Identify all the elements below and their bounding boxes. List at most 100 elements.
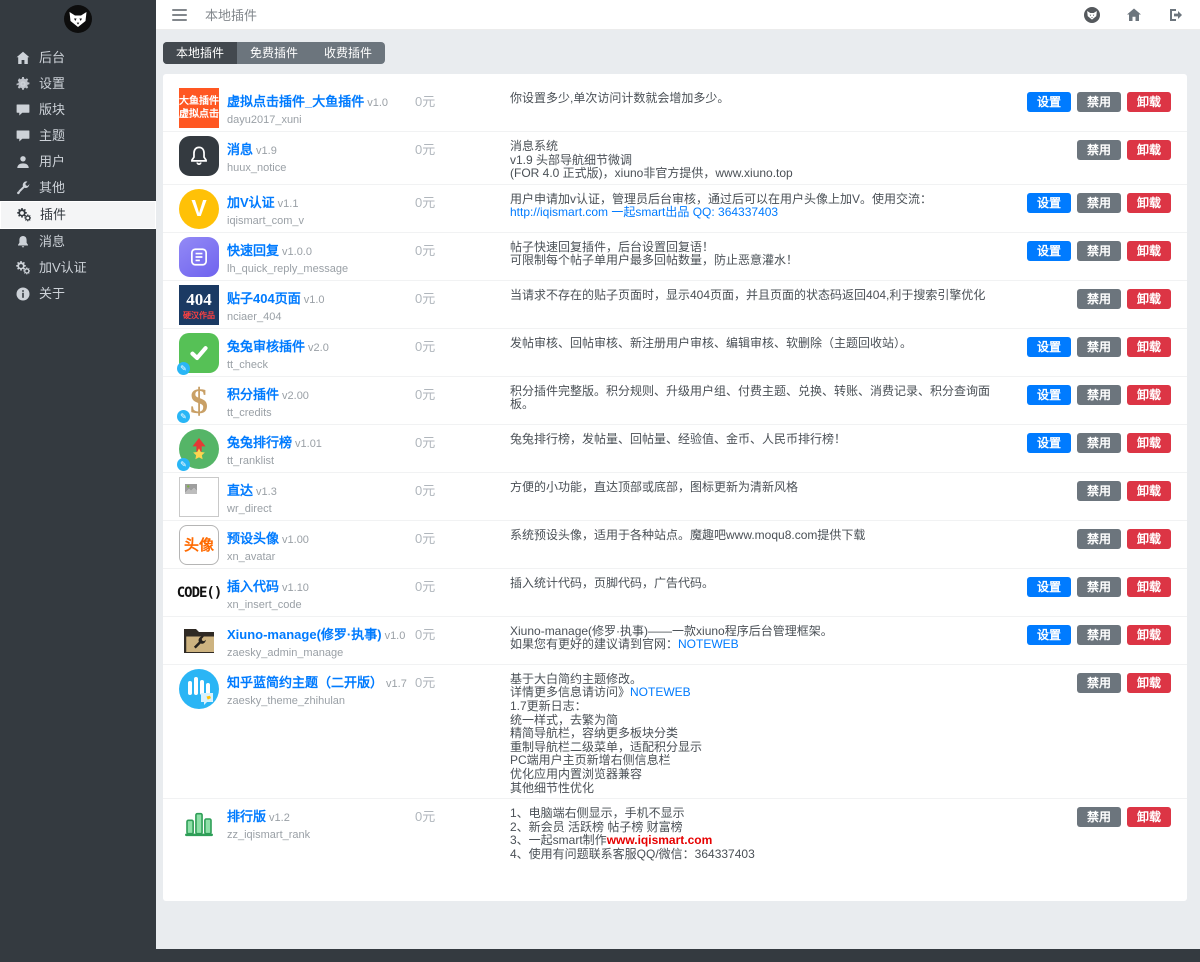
bell-icon xyxy=(15,235,30,250)
home-icon[interactable] xyxy=(1126,7,1142,23)
plugin-name-link[interactable]: 贴子404页面v1.0 xyxy=(227,291,325,306)
plugin-actions: 禁用卸载 xyxy=(1077,669,1171,693)
disable-button[interactable]: 禁用 xyxy=(1077,241,1121,261)
uninstall-button[interactable]: 卸载 xyxy=(1127,385,1171,405)
plugin-name-link[interactable]: 虚拟点击插件_大鱼插件v1.0 xyxy=(227,94,388,109)
disable-button[interactable]: 禁用 xyxy=(1077,577,1121,597)
uninstall-button[interactable]: 卸载 xyxy=(1127,337,1171,357)
logout-icon[interactable] xyxy=(1168,7,1184,23)
sidebar-item-6[interactable]: 插件 xyxy=(0,201,156,229)
disable-button[interactable]: 禁用 xyxy=(1077,807,1121,827)
disable-button[interactable]: 禁用 xyxy=(1077,92,1121,112)
plugin-version: v1.0 xyxy=(385,630,406,642)
description-text: 1、电脑端右侧显示，手机不显示 xyxy=(510,806,685,820)
sidebar-item-label: 设置 xyxy=(39,76,65,92)
app-logo[interactable] xyxy=(0,0,156,39)
xiuno-site-icon[interactable] xyxy=(1084,7,1100,23)
plugin-actions: 设置禁用卸载 xyxy=(1027,573,1171,597)
plugin-version: v1.7 xyxy=(386,678,407,690)
plugin-name-link[interactable]: Xiuno-manage(修罗·执事)v1.0 xyxy=(227,627,405,642)
disable-button[interactable]: 禁用 xyxy=(1077,625,1121,645)
sidebar-item-8[interactable]: 加V认证 xyxy=(0,255,156,281)
uninstall-button[interactable]: 卸载 xyxy=(1127,577,1171,597)
uninstall-button[interactable]: 卸载 xyxy=(1127,193,1171,213)
plugin-name-link[interactable]: 插入代码v1.10 xyxy=(227,579,309,594)
page-title: 本地插件 xyxy=(205,5,257,24)
uninstall-button[interactable]: 卸载 xyxy=(1127,673,1171,693)
disable-button[interactable]: 禁用 xyxy=(1077,673,1121,693)
disable-button[interactable]: 禁用 xyxy=(1077,433,1121,453)
disable-button[interactable]: 禁用 xyxy=(1077,193,1121,213)
plugin-version: v1.2 xyxy=(269,812,290,824)
tab-2[interactable]: 收费插件 xyxy=(311,42,385,64)
settings-button[interactable]: 设置 xyxy=(1027,337,1071,357)
disable-button[interactable]: 禁用 xyxy=(1077,385,1121,405)
plugin-name-link[interactable]: 加V认证v1.1 xyxy=(227,195,298,210)
tab-1[interactable]: 免费插件 xyxy=(237,42,311,64)
plugin-name-link[interactable]: 排行版v1.2 xyxy=(227,809,290,824)
plugin-name-link[interactable]: 消息v1.9 xyxy=(227,142,277,157)
hamburger-menu-icon[interactable] xyxy=(172,9,187,21)
plugin-name-link[interactable]: 直达v1.3 xyxy=(227,483,277,498)
plugin-price: 0元 xyxy=(415,136,510,158)
description-text: 基于大白简约主题修改。 xyxy=(510,672,642,686)
settings-button[interactable]: 设置 xyxy=(1027,385,1071,405)
settings-button[interactable]: 设置 xyxy=(1027,92,1071,112)
plugin-id: zaesky_theme_zhihulan xyxy=(227,695,415,707)
description-text: (FOR 4.0 正式版)，xiuno非官方提供，www.xiuno.top xyxy=(510,166,793,180)
description-text: 精简导航栏，容纳更多板块分类 xyxy=(510,726,678,740)
uninstall-button[interactable]: 卸载 xyxy=(1127,807,1171,827)
plugin-row-tt_check: ✎兔兔审核插件v2.0tt_check0元发帖审核、回帖审核、新注册用户审核、编… xyxy=(163,329,1187,377)
plugin-name-link[interactable]: 快速回复v1.0.0 xyxy=(227,243,312,258)
plugin-name-link[interactable]: 兔兔排行榜v1.01 xyxy=(227,435,322,450)
plugin-name-link[interactable]: 预设头像v1.00 xyxy=(227,531,309,546)
disable-button[interactable]: 禁用 xyxy=(1077,481,1121,501)
description-link[interactable]: NOTEWEB xyxy=(678,637,739,651)
description-text: Xiuno-manage(修罗·执事)——一款xiuno程序后台管理框架。 xyxy=(510,624,833,638)
uninstall-button[interactable]: 卸载 xyxy=(1127,289,1171,309)
plugin-price: 0元 xyxy=(415,477,510,499)
sidebar-item-4[interactable]: 用户 xyxy=(0,149,156,175)
plugin-version: v1.9 xyxy=(256,145,277,157)
sidebar-item-0[interactable]: 后台 xyxy=(0,45,156,71)
description-text: 积分插件完整版。积分规则、升级用户组、付费主题、兑换、转账、消费记录、积分查询面… xyxy=(510,384,990,412)
disable-button[interactable]: 禁用 xyxy=(1077,529,1121,549)
description-text: 系统预设头像，适用于各种站点。魔趣吧www.moqu8.com提供下载 xyxy=(510,528,865,542)
settings-button[interactable]: 设置 xyxy=(1027,577,1071,597)
disable-button[interactable]: 禁用 xyxy=(1077,337,1121,357)
sidebar-item-5[interactable]: 其他 xyxy=(0,175,156,201)
description-link[interactable]: http://iqismart.com 一起smart出品 QQ: 364337… xyxy=(510,205,778,219)
settings-button[interactable]: 设置 xyxy=(1027,193,1071,213)
uninstall-button[interactable]: 卸载 xyxy=(1127,433,1171,453)
settings-button[interactable]: 设置 xyxy=(1027,433,1071,453)
uninstall-button[interactable]: 卸载 xyxy=(1127,140,1171,160)
plugin-row-xn_avatar: 头像预设头像v1.00xn_avatar0元系统预设头像，适用于各种站点。魔趣吧… xyxy=(163,521,1187,569)
disable-button[interactable]: 禁用 xyxy=(1077,289,1121,309)
uninstall-button[interactable]: 卸载 xyxy=(1127,92,1171,112)
tab-0[interactable]: 本地插件 xyxy=(163,42,237,64)
disable-button[interactable]: 禁用 xyxy=(1077,140,1121,160)
plugin-name-link[interactable]: 知乎蓝简约主题（二开版）v1.7 xyxy=(227,675,407,690)
plugin-description: 插入统计代码，页脚代码，广告代码。 xyxy=(510,573,1027,591)
settings-button[interactable]: 设置 xyxy=(1027,241,1071,261)
sidebar-item-3[interactable]: 主题 xyxy=(0,123,156,149)
uninstall-button[interactable]: 卸载 xyxy=(1127,529,1171,549)
plugin-name-link[interactable]: 兔兔审核插件v2.0 xyxy=(227,339,329,354)
plugin-icon-dayu2017_xuni: 大鱼插件虚拟点击 xyxy=(179,88,219,128)
settings-button[interactable]: 设置 xyxy=(1027,625,1071,645)
sidebar-item-9[interactable]: 关于 xyxy=(0,281,156,307)
description-link[interactable]: NOTEWEB xyxy=(630,685,691,699)
uninstall-button[interactable]: 卸载 xyxy=(1127,481,1171,501)
plugin-description: 1、电脑端右侧显示，手机不显示2、新会员 活跃榜 帖子榜 财富榜3、一起smar… xyxy=(510,803,1077,861)
sidebar-item-2[interactable]: 版块 xyxy=(0,97,156,123)
plugin-row-xn_insert_code: CODE()插入代码v1.10xn_insert_code0元插入统计代码，页脚… xyxy=(163,569,1187,617)
description-text: v1.9 头部导航细节微调 xyxy=(510,153,632,167)
plugin-name-link[interactable]: 积分插件v2.00 xyxy=(227,387,309,402)
uninstall-button[interactable]: 卸载 xyxy=(1127,625,1171,645)
description-text: 1.7更新日志： xyxy=(510,699,587,713)
description-text: 你设置多少,单次访问计数就会增加多少。 xyxy=(510,91,729,105)
cogs-icon xyxy=(16,208,31,223)
sidebar-item-1[interactable]: 设置 xyxy=(0,71,156,97)
sidebar-item-7[interactable]: 消息 xyxy=(0,229,156,255)
uninstall-button[interactable]: 卸载 xyxy=(1127,241,1171,261)
